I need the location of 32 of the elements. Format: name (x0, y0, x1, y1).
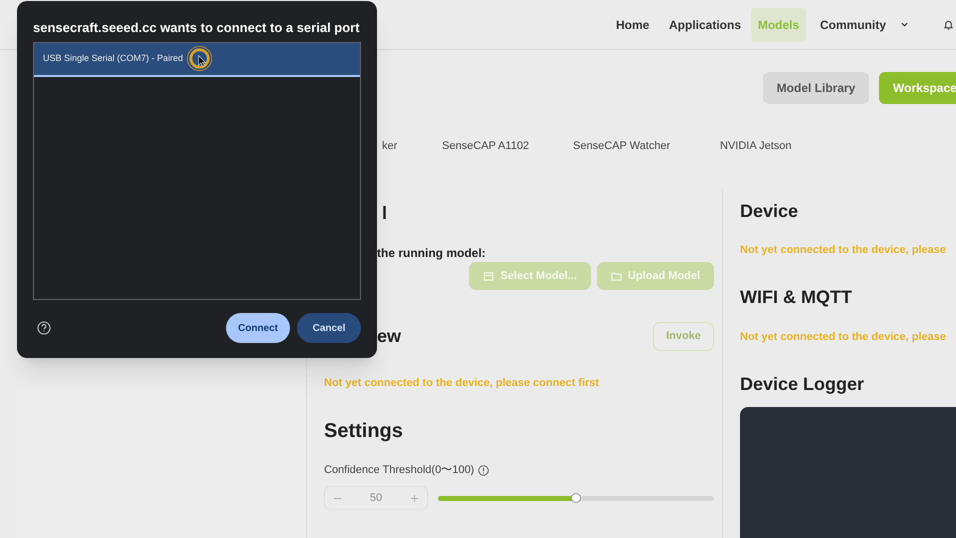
bell-icon[interactable] (943, 18, 954, 30)
section-heading: ew (377, 325, 402, 348)
help-icon[interactable] (37, 321, 51, 335)
warning-text: Not yet connected to the device, please (740, 243, 948, 258)
dialog-button[interactable]: Cancel (297, 313, 361, 343)
section-heading: Device Logger (740, 373, 866, 396)
field-label: Confidence Threshold(0〜100) (324, 462, 474, 478)
number-value: 50 (370, 490, 382, 506)
device-tab[interactable]: SenseCAP A1102 (442, 138, 573, 154)
section-heading: WIFI & MQTT (740, 286, 853, 310)
dialog-button[interactable]: Connect (226, 313, 290, 343)
section-heading: Device (740, 200, 800, 224)
port-item[interactable]: USB Single Serial (COM7) - Paired (34, 43, 360, 77)
cursor-icon (186, 45, 215, 74)
section-heading: l (382, 202, 388, 224)
device-tab[interactable]: ker (382, 138, 442, 154)
info-icon[interactable] (478, 464, 490, 476)
header-button[interactable]: Model Library (763, 72, 869, 104)
warning-text: Not yet connected to the device, please connect first (324, 376, 600, 391)
slider-track[interactable] (438, 496, 714, 500)
section-heading: Settings (324, 419, 404, 444)
nav-link[interactable]: Applications (669, 16, 751, 34)
warning-text: Not yet connected to the device, please (740, 330, 948, 346)
folder-icon (610, 270, 622, 282)
nav-link[interactable]: Community (820, 16, 900, 34)
store-icon (483, 270, 494, 282)
device-tab[interactable]: SenseCAP Watcher (573, 138, 720, 154)
dialog-title: sensecraft.seeed.cc wants to connect to a serial port (33, 19, 361, 36)
nav-link[interactable]: Home (616, 16, 669, 34)
prompt-label: the running model: (377, 245, 487, 262)
device-tab[interactable]: NVIDIA Jetson (720, 138, 840, 154)
chevron-down-icon[interactable] (900, 20, 909, 29)
